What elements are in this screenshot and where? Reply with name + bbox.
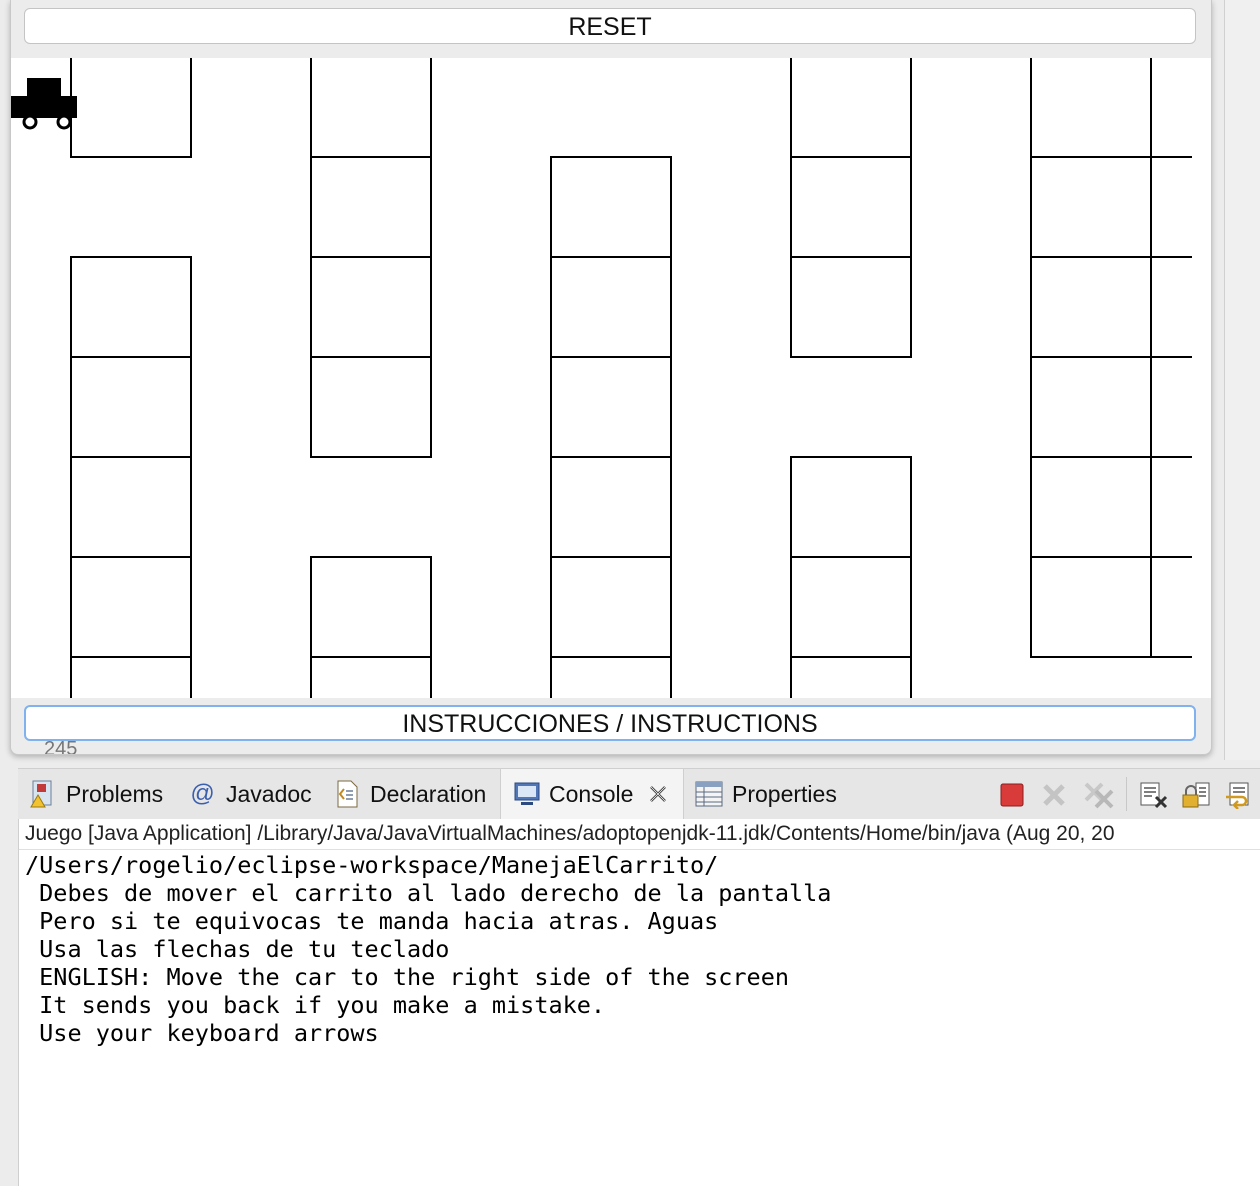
maze-cell — [310, 156, 432, 258]
maze-cell — [310, 656, 432, 698]
remove-launch-icon[interactable] — [1040, 781, 1068, 809]
view-tab-bar: Problems @ Javadoc Declaration Console P… — [18, 768, 1260, 820]
instructions-button[interactable]: INSTRUCCIONES / INSTRUCTIONS — [24, 705, 1196, 741]
maze-cell — [310, 556, 432, 658]
problems-icon — [28, 779, 58, 809]
maze-cell — [790, 156, 912, 258]
maze-cell — [70, 656, 192, 698]
console-output[interactable]: /Users/rogelio/eclipse-workspace/ManejaE… — [25, 851, 831, 1047]
tab-console[interactable]: Console — [500, 769, 685, 819]
maze-cell — [790, 58, 912, 158]
launch-description: Juego [Java Application] /Library/Java/J… — [25, 822, 1115, 845]
console-view[interactable]: Juego [Java Application] /Library/Java/J… — [18, 819, 1260, 1186]
car-sprite — [11, 78, 77, 130]
tab-label: Console — [549, 780, 634, 807]
console-icon — [513, 780, 541, 808]
maze-cell — [310, 58, 432, 158]
clear-console-icon[interactable] — [1138, 781, 1170, 809]
tab-declaration[interactable]: Declaration — [332, 769, 486, 819]
maze-cell — [1030, 556, 1152, 658]
properties-icon — [694, 780, 724, 808]
at-sign-icon: @ — [190, 780, 215, 807]
maze-cell — [310, 356, 432, 458]
maze-cell — [550, 256, 672, 358]
maze-canvas — [11, 58, 1211, 698]
maze-cell — [550, 356, 672, 458]
console-line: Debes de mover el carrito al lado derech… — [25, 879, 832, 907]
game-window: RESET INSTRUCCIONES / INSTRUCTIONS — [10, 0, 1212, 755]
console-line: /Users/rogelio/eclipse-workspace/ManejaE… — [25, 851, 719, 879]
remove-all-terminated-icon[interactable] — [1082, 781, 1116, 809]
console-line: Pero si te equivocas te manda hacia atra… — [25, 907, 719, 935]
maze-cell — [790, 656, 912, 698]
maze-cell — [790, 256, 912, 358]
console-line: It sends you back if you make a mistake. — [25, 991, 606, 1019]
word-wrap-icon[interactable] — [1222, 781, 1256, 809]
tab-properties[interactable]: Properties — [694, 769, 837, 819]
editor-line-peek: 245 — [44, 738, 78, 754]
tab-label: Javadoc — [226, 780, 312, 807]
maze-right-mask — [1192, 58, 1211, 698]
maze-cell — [70, 556, 192, 658]
maze-cell — [310, 256, 432, 358]
maze-cell — [70, 256, 192, 358]
maze-cell — [790, 556, 912, 658]
maze-cell — [1030, 256, 1152, 358]
tab-label: Declaration — [370, 780, 487, 807]
tab-javadoc[interactable]: @ Javadoc — [190, 769, 312, 819]
tab-problems[interactable]: Problems — [28, 769, 163, 819]
maze-cell — [550, 556, 672, 658]
maze-cell — [1030, 156, 1152, 258]
console-line: Usa las flechas de tu teclado — [25, 935, 450, 963]
close-icon[interactable] — [647, 783, 669, 805]
maze-cell — [790, 456, 912, 558]
maze-cell — [550, 156, 672, 258]
divider — [19, 849, 1260, 850]
maze-cell — [550, 456, 672, 558]
reset-button[interactable]: RESET — [24, 8, 1196, 44]
maze-cell — [70, 456, 192, 558]
maze-cell — [70, 356, 192, 458]
terminate-icon[interactable] — [998, 781, 1026, 809]
maze-cell — [550, 656, 672, 698]
declaration-icon — [332, 779, 362, 809]
ide-editor-edge — [1224, 0, 1260, 760]
console-line: ENGLISH: Move the car to the right side … — [25, 963, 790, 991]
tab-label: Properties — [732, 780, 837, 807]
console-line: Use your keyboard arrows — [25, 1019, 379, 1047]
tab-label: Problems — [66, 780, 164, 807]
maze-cell — [1030, 58, 1152, 158]
scroll-lock-icon[interactable] — [1180, 781, 1212, 809]
maze-cell — [1030, 456, 1152, 558]
maze-cell — [1030, 356, 1152, 458]
maze-cell — [70, 58, 192, 158]
toolbar-separator — [1126, 777, 1127, 811]
